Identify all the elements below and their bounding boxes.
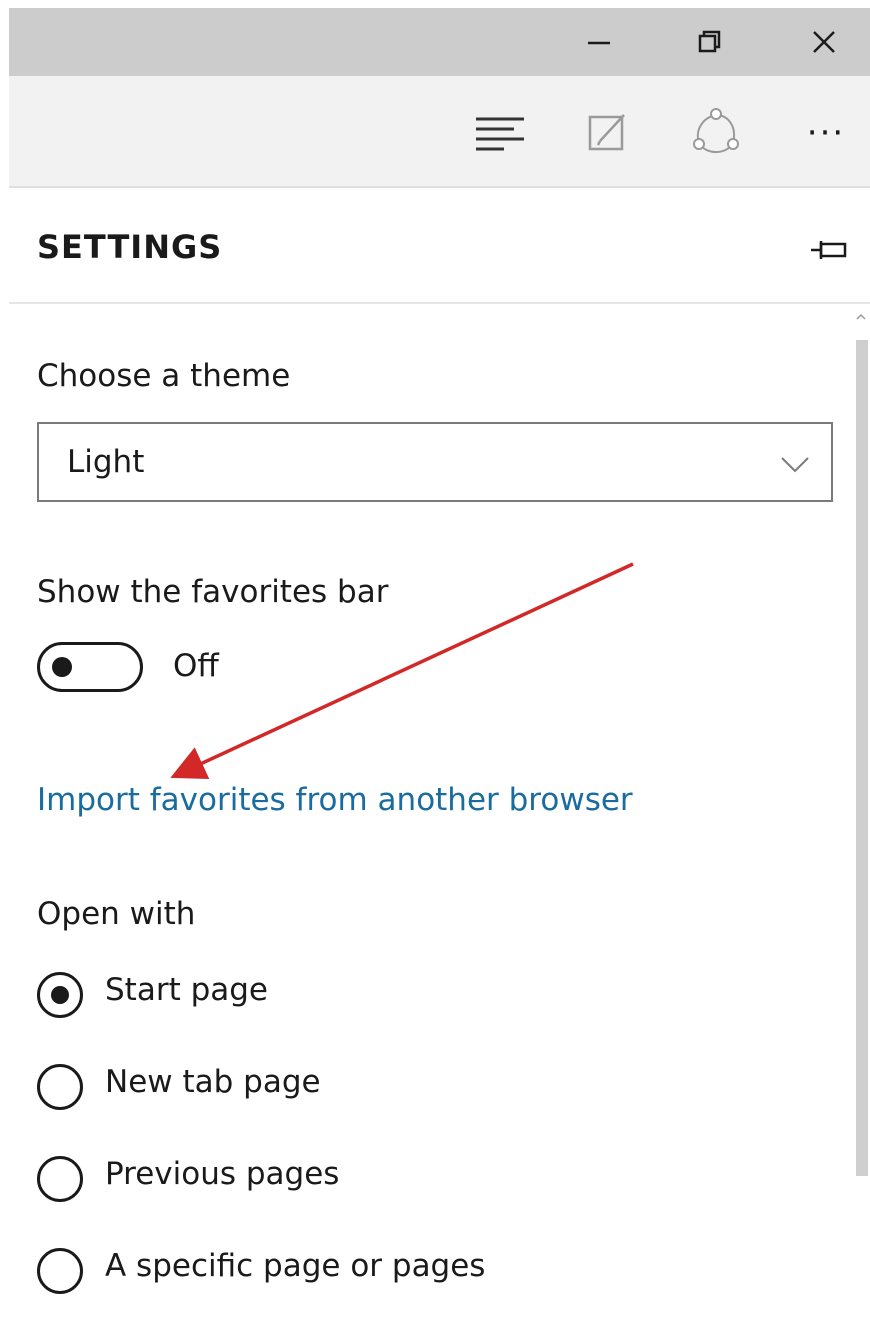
settings-content: Choose a theme Light Show the favorites … [9, 306, 870, 1327]
radio-label: Previous pages [105, 1156, 340, 1192]
pin-button[interactable] [807, 230, 851, 270]
favorites-bar-state: Off [173, 648, 219, 684]
restore-icon [698, 30, 721, 53]
close-button[interactable] [784, 8, 864, 76]
share-icon [693, 108, 739, 153]
open-with-label: Open with [37, 896, 196, 932]
radio-button[interactable] [37, 1156, 83, 1202]
radio-new-tab-page[interactable]: New tab page [37, 1058, 637, 1114]
settings-header: SETTINGS [9, 190, 870, 304]
hub-button[interactable] [465, 98, 535, 168]
radio-dot [51, 986, 69, 1004]
radio-label: A specific page or pages [105, 1248, 486, 1284]
toggle-knob [52, 657, 72, 677]
theme-dropdown[interactable]: Light [37, 422, 833, 502]
radio-specific-pages[interactable]: A specific page or pages [37, 1242, 637, 1298]
minimize-button[interactable] [559, 8, 639, 76]
scrollbar[interactable] [852, 306, 870, 1327]
close-icon [813, 31, 835, 53]
minimize-icon [588, 41, 610, 45]
window-edge [0, 0, 9, 1327]
theme-selected-value: Light [67, 444, 145, 480]
favorites-bar-label: Show the favorites bar [37, 574, 389, 610]
radio-button[interactable] [37, 1248, 83, 1294]
more-button[interactable]: ··· [791, 98, 861, 168]
scrollbar-thumb[interactable] [856, 340, 868, 1176]
radio-label: New tab page [105, 1064, 321, 1100]
web-note-icon [588, 114, 625, 151]
browser-window: ··· SETTINGS Choose a theme Light Show t… [0, 0, 870, 1327]
theme-label: Choose a theme [37, 358, 291, 394]
share-button[interactable] [681, 98, 751, 168]
favorites-bar-toggle[interactable] [37, 642, 143, 692]
more-icon: ··· [806, 113, 846, 153]
radio-button-checked[interactable] [37, 972, 83, 1018]
pin-icon [811, 241, 847, 259]
page-title: SETTINGS [37, 228, 223, 266]
radio-label: Start page [105, 972, 269, 1008]
title-bar [9, 8, 870, 76]
radio-previous-pages[interactable]: Previous pages [37, 1150, 637, 1206]
restore-button[interactable] [670, 8, 750, 76]
browser-toolbar: ··· [9, 76, 870, 188]
import-favorites-link[interactable]: Import favorites from another browser [37, 782, 633, 818]
radio-button[interactable] [37, 1064, 83, 1110]
scroll-up-icon[interactable] [856, 312, 866, 322]
web-note-button[interactable] [573, 98, 643, 168]
chevron-down-icon [781, 457, 809, 473]
hub-icon [476, 117, 524, 151]
radio-start-page[interactable]: Start page [37, 966, 637, 1022]
